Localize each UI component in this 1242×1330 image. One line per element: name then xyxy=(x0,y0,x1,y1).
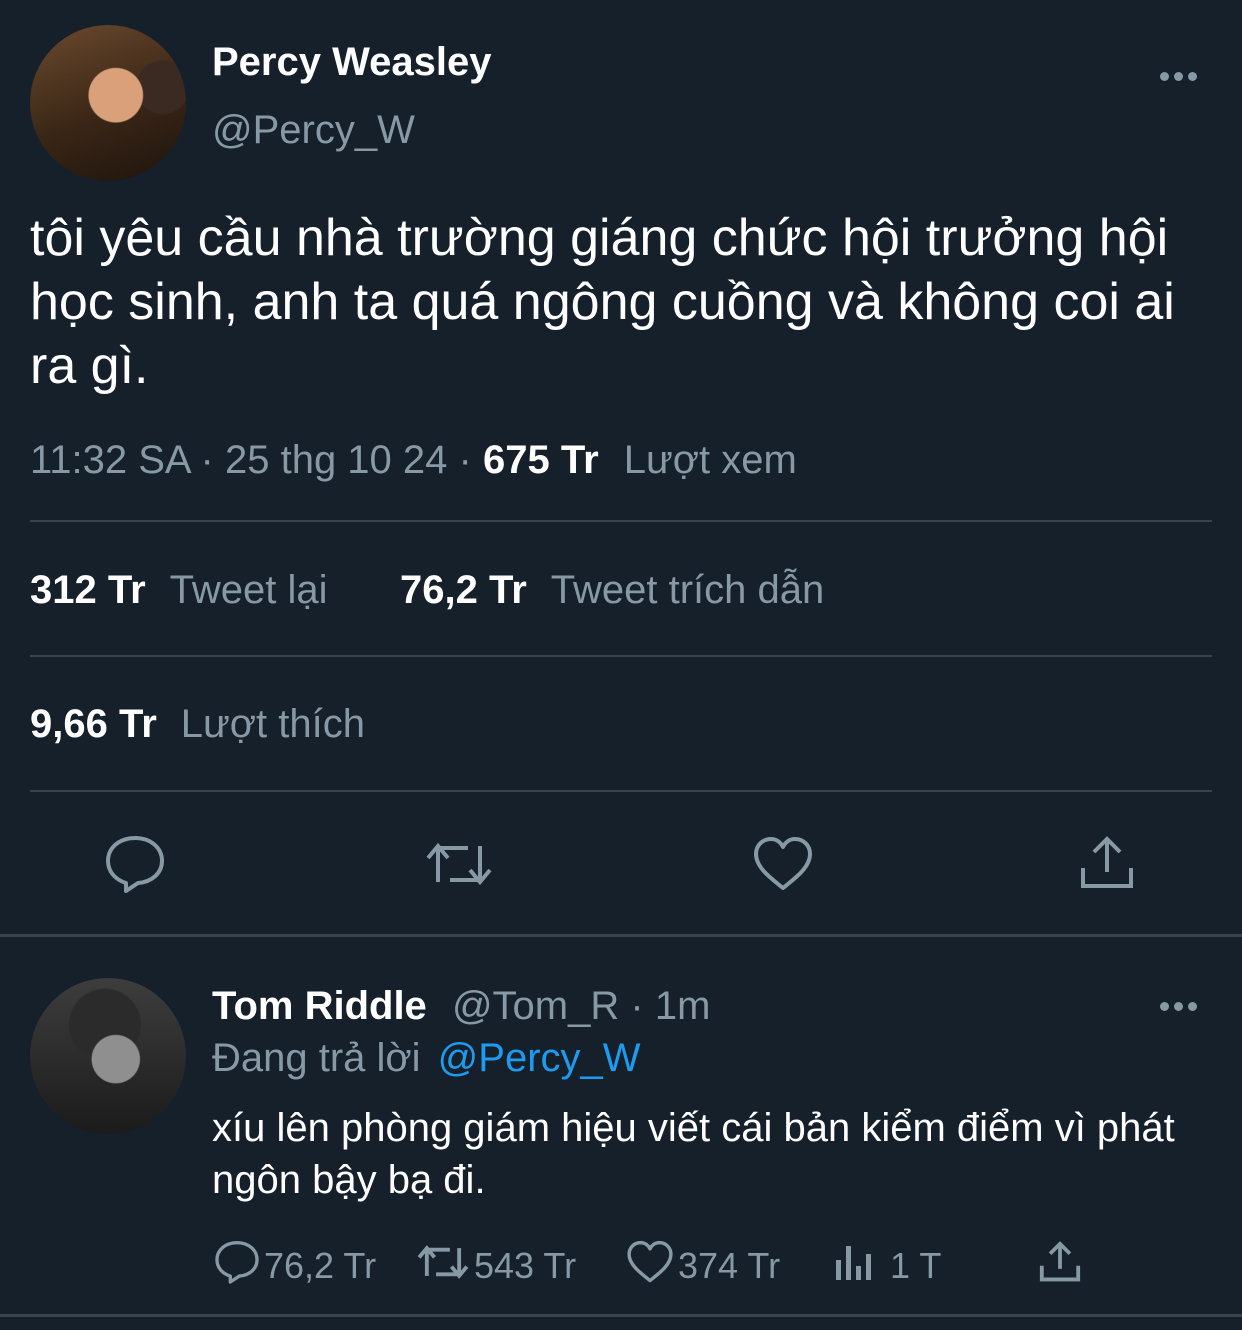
reply-like-count: 374 Tr xyxy=(678,1245,781,1286)
reply-reply-count: 76,2 Tr xyxy=(264,1245,377,1286)
quote-stats[interactable]: 76,2 Tr Tweet trích dẫn xyxy=(400,566,824,614)
reply-text: xíu lên phòng giám hiệu viết cái bản kiể… xyxy=(212,1106,1175,1202)
retweets-label: Tweet lại xyxy=(169,568,328,612)
reply-author-name[interactable]: Tom Riddle xyxy=(212,984,427,1028)
divider xyxy=(30,655,1212,657)
retweets-count: 312 Tr xyxy=(30,568,146,612)
author-handle[interactable]: @Percy_W xyxy=(212,106,415,154)
analytics-icon xyxy=(834,1242,878,1291)
like-icon[interactable] xyxy=(752,836,814,892)
reply-separator: · xyxy=(630,984,644,1028)
reply-retweet-count: 543 Tr xyxy=(474,1245,577,1286)
reply-time[interactable]: 1m xyxy=(655,984,711,1028)
reply-icon[interactable] xyxy=(104,834,166,894)
reply-views-button[interactable]: 1 T xyxy=(834,1240,941,1292)
divider xyxy=(30,790,1212,792)
tweet-date: 25 thg 10 24 xyxy=(224,438,448,482)
reply-author-handle[interactable]: @Tom_R xyxy=(452,984,619,1028)
section-divider xyxy=(0,934,1242,937)
avatar-percy[interactable] xyxy=(30,25,186,181)
share-icon xyxy=(1038,1240,1082,1293)
retweet-icon[interactable] xyxy=(424,838,494,890)
retweet-icon xyxy=(416,1242,470,1291)
reply-more-options-icon[interactable] xyxy=(1160,1002,1200,1014)
bottom-divider xyxy=(0,1314,1242,1317)
replying-to-handle[interactable]: @Percy_W xyxy=(438,1036,641,1080)
retweet-stats[interactable]: 312 Tr Tweet lại xyxy=(30,566,328,614)
like-icon xyxy=(626,1240,674,1293)
reply-view-count: 1 T xyxy=(890,1245,942,1286)
reply-retweet-button[interactable]: 543 Tr xyxy=(416,1240,576,1292)
tweet-time: 11:32 SA xyxy=(30,438,190,482)
more-options-icon[interactable] xyxy=(1160,72,1200,84)
quotes-label: Tweet trích dẫn xyxy=(550,568,825,612)
likes-count: 9,66 Tr xyxy=(30,702,157,746)
meta-separator: · xyxy=(458,438,472,482)
reply-share-button[interactable] xyxy=(1038,1240,1082,1292)
avatar-tom[interactable] xyxy=(30,978,186,1134)
reply-header: Tom Riddle @Tom_R · 1m xyxy=(212,982,710,1030)
replying-to: Đang trả lời @Percy_W xyxy=(212,1034,641,1082)
reply-reply-button[interactable]: 76,2 Tr xyxy=(214,1240,376,1292)
likes-label: Lượt thích xyxy=(180,702,365,746)
author-name[interactable]: Percy Weasley xyxy=(212,38,491,86)
meta-separator: · xyxy=(200,438,214,482)
like-stats[interactable]: 9,66 Tr Lượt thích xyxy=(30,700,365,748)
views-label: Lượt xem xyxy=(623,438,797,482)
reply-icon xyxy=(214,1239,260,1294)
tweet-meta: 11:32 SA · 25 thg 10 24 · 675 Tr Lượt xe… xyxy=(30,436,797,484)
share-icon[interactable] xyxy=(1078,834,1136,892)
tweet-text: tôi yêu cầu nhà trường giáng chức hội tr… xyxy=(30,209,1175,395)
divider xyxy=(30,520,1212,522)
quotes-count: 76,2 Tr xyxy=(400,568,527,612)
views-count: 675 Tr xyxy=(482,438,599,482)
replying-to-label: Đang trả lời xyxy=(212,1036,421,1080)
reply-like-button[interactable]: 374 Tr xyxy=(626,1240,780,1292)
